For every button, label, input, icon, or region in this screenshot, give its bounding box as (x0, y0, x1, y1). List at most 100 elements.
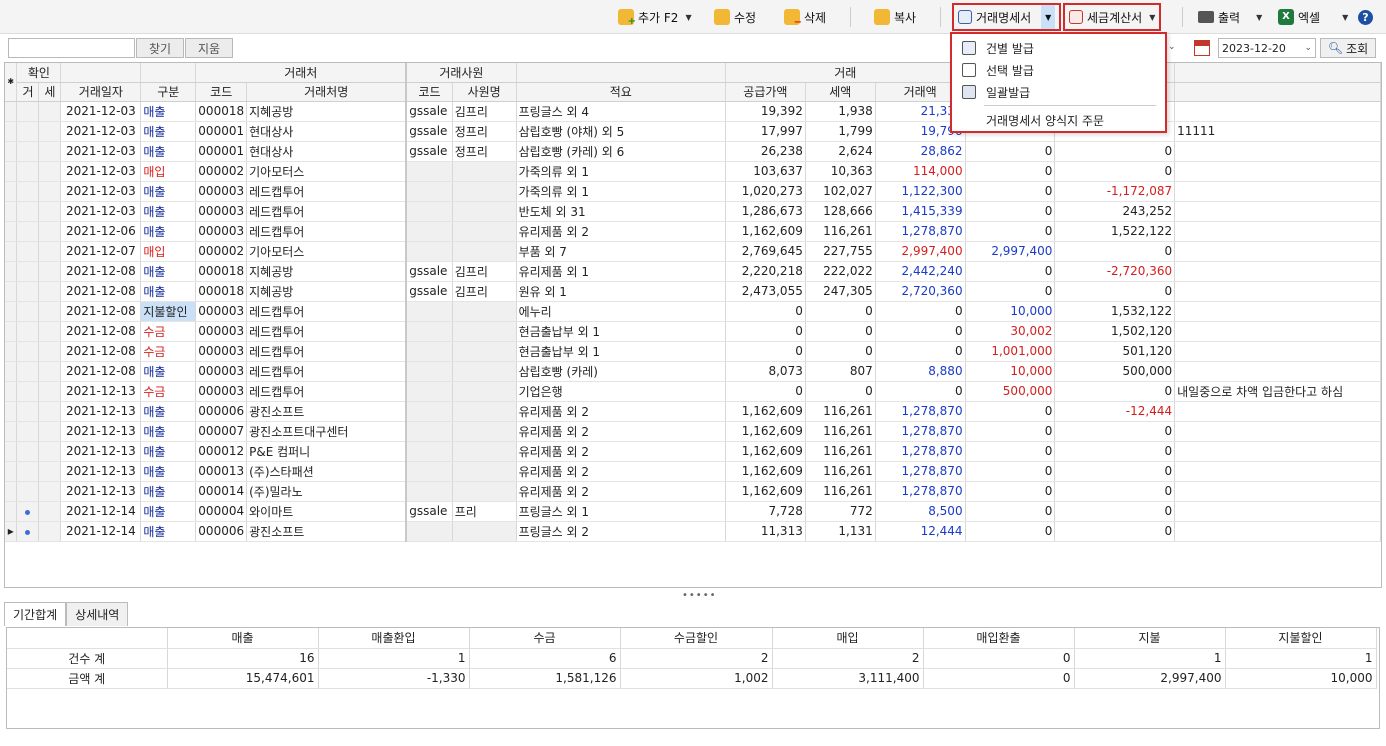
row-supply[interactable]: 1,162,609 (725, 221, 806, 242)
row-date[interactable]: 2021-12-13 (60, 401, 142, 422)
row-supply[interactable]: 2,769,645 (725, 241, 806, 262)
row-c2[interactable]: 0 (1054, 461, 1176, 482)
row-supply[interactable]: 0 (725, 341, 806, 362)
row-note[interactable] (1174, 461, 1381, 482)
row-supply[interactable]: 1,162,609 (725, 481, 806, 502)
row-supply[interactable]: 8,073 (725, 361, 806, 382)
row-date[interactable]: 2021-12-08 (60, 281, 142, 302)
row-emp-name[interactable]: 김프리 (452, 281, 517, 302)
chevron-down-icon[interactable]: ▼ (1256, 13, 1262, 22)
row-indicator[interactable] (5, 101, 18, 122)
row-memo[interactable]: 삼립호빵 (야채) 외 5 (516, 121, 726, 142)
row-supply[interactable]: 0 (725, 381, 806, 402)
row-tax[interactable]: 116,261 (805, 481, 876, 502)
row-code[interactable]: 000013 (195, 461, 248, 482)
row-flag-s[interactable] (38, 441, 62, 462)
row-type[interactable]: 매출 (140, 141, 197, 162)
table-row[interactable]: 2021-12-08 수금 000003 레드캡투어 현금출납부 외 1 0 0 0 30,00… (5, 321, 1381, 342)
row-c2[interactable]: 0 (1054, 521, 1176, 542)
row-memo[interactable]: 유리제품 외 2 (516, 401, 726, 422)
row-flag-s[interactable] (38, 181, 62, 202)
row-emp-name[interactable] (452, 441, 517, 462)
row-tax[interactable]: 1,131 (805, 521, 876, 542)
row-c2[interactable]: -12,444 (1054, 401, 1176, 422)
row-indicator[interactable] (5, 321, 18, 342)
row-note[interactable] (1174, 281, 1381, 302)
row-c2[interactable]: 500,000 (1054, 361, 1176, 382)
row-code[interactable]: 000018 (195, 261, 248, 282)
row-flag-s[interactable] (38, 141, 62, 162)
row-c1[interactable]: 0 (965, 181, 1056, 202)
row-flag-s[interactable] (38, 241, 62, 262)
row-partner-name[interactable]: 지혜공방 (246, 101, 407, 122)
row-emp-code[interactable] (405, 321, 453, 342)
row-tax[interactable]: 0 (805, 301, 876, 322)
row-supply[interactable]: 0 (725, 321, 806, 342)
row-emp-name[interactable] (452, 241, 517, 262)
row-note[interactable] (1174, 101, 1381, 122)
table-row[interactable]: 2021-12-03 매입 000002 기아모터스 가죽의류 외 1 103,637 10… (5, 161, 1381, 182)
row-code[interactable]: 000012 (195, 441, 248, 462)
row-type[interactable]: 수금 (140, 381, 197, 402)
row-memo[interactable]: 프링글스 외 2 (516, 521, 726, 542)
row-emp-code[interactable] (405, 221, 453, 242)
row-indicator[interactable] (5, 181, 18, 202)
row-memo[interactable]: 부품 외 7 (516, 241, 726, 262)
row-flag-g[interactable] (16, 221, 40, 242)
row-flag-s[interactable] (38, 341, 62, 362)
row-c1[interactable]: 0 (965, 141, 1056, 162)
table-row[interactable]: 2021-12-08 수금 000003 레드캡투어 현금출납부 외 1 0 0 0 1,001… (5, 341, 1381, 362)
row-date[interactable]: 2021-12-03 (60, 101, 142, 122)
row-tax[interactable]: 102,027 (805, 181, 876, 202)
table-row[interactable]: 2021-12-08 매출 000018 지혜공방 gssale 김프리 원유 외 1 2,4… (5, 281, 1381, 302)
row-emp-name[interactable] (452, 461, 517, 482)
row-c1[interactable]: 1,001,000 (965, 341, 1056, 362)
row-flag-s[interactable] (38, 461, 62, 482)
row-c2[interactable]: 0 (1054, 381, 1176, 402)
row-date[interactable]: 2021-12-08 (60, 261, 142, 282)
row-code[interactable]: 000001 (195, 141, 248, 162)
row-indicator[interactable] (5, 481, 18, 502)
row-emp-name[interactable]: 정프리 (452, 141, 517, 162)
row-partner-name[interactable]: 레드캡투어 (246, 201, 407, 222)
col-header-memo[interactable]: 적요 (516, 82, 726, 102)
row-date[interactable]: 2021-12-13 (60, 481, 142, 502)
row-emp-name[interactable]: 김프리 (452, 101, 517, 122)
row-note[interactable] (1174, 481, 1381, 502)
row-type[interactable]: 매출 (140, 261, 197, 282)
row-tax[interactable]: 772 (805, 501, 876, 522)
row-flag-g[interactable] (16, 461, 40, 482)
row-note[interactable] (1174, 401, 1381, 422)
row-date[interactable]: 2021-12-08 (60, 301, 142, 322)
row-memo[interactable]: 유리제품 외 2 (516, 221, 726, 242)
row-tax[interactable]: 247,305 (805, 281, 876, 302)
row-memo[interactable]: 현금출납부 외 1 (516, 321, 726, 342)
search-input[interactable] (8, 38, 135, 58)
row-supply[interactable]: 0 (725, 301, 806, 322)
row-indicator[interactable] (5, 461, 18, 482)
row-emp-code[interactable]: gssale (405, 281, 453, 302)
table-row[interactable]: 2021-12-03 매출 000018 지혜공방 gssale 김프리 프링글스 외 41… (5, 101, 1381, 122)
row-tax[interactable]: 128,666 (805, 201, 876, 222)
row-indicator[interactable] (5, 341, 18, 362)
row-partner-name[interactable]: 현대상사 (246, 121, 407, 142)
col-header-note[interactable] (1174, 82, 1381, 102)
row-date[interactable]: 2021-12-13 (60, 441, 142, 462)
tab-period-total[interactable]: 기간합계 (4, 602, 67, 626)
query-button[interactable]: 🔍︎ 조회 (1320, 38, 1376, 58)
tab-detail[interactable]: 상세내역 (66, 602, 129, 626)
row-partner-name[interactable]: 현대상사 (246, 141, 407, 162)
row-flag-s[interactable] (38, 501, 62, 522)
row-code[interactable]: 000003 (195, 341, 248, 362)
row-supply[interactable]: 19,392 (725, 101, 806, 122)
chevron-down-icon[interactable]: ⌄ (1168, 42, 1176, 52)
row-note[interactable] (1174, 421, 1381, 442)
row-memo[interactable]: 가죽의류 외 1 (516, 181, 726, 202)
row-partner-name[interactable]: P&E 컴퍼니 (246, 441, 407, 462)
row-emp-name[interactable]: 김프리 (452, 261, 517, 282)
row-emp-code[interactable]: gssale (405, 121, 453, 142)
row-code[interactable]: 000018 (195, 281, 248, 302)
row-flag-g[interactable] (16, 241, 40, 262)
row-flag-g[interactable] (16, 481, 40, 502)
row-code[interactable]: 000004 (195, 501, 248, 522)
